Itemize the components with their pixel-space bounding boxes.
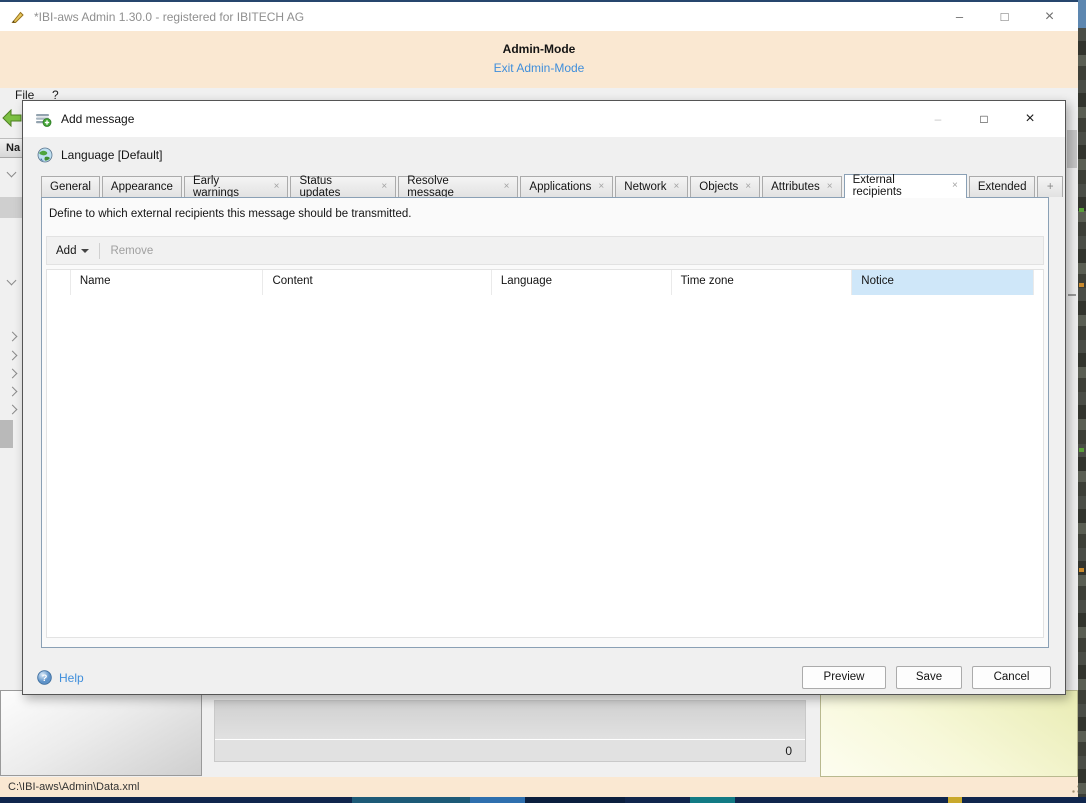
admin-mode-banner: Admin-Mode Exit Admin-Mode [0, 31, 1078, 88]
tab-objects[interactable]: Objects × [690, 176, 760, 197]
dialog-window-controls: – □ × [915, 102, 1053, 136]
help-link[interactable]: ? Help [37, 670, 84, 685]
column-header-timezone[interactable]: Time zone [672, 270, 853, 295]
add-message-icon [35, 111, 52, 127]
dialog-close-icon[interactable]: × [1007, 102, 1053, 136]
dialog-minimize-icon[interactable]: – [915, 102, 961, 136]
tab-close-icon[interactable]: × [274, 182, 280, 192]
chevron-down-icon [81, 249, 89, 253]
tree-column-header: Na [0, 138, 22, 158]
window-title: *IBI-aws Admin 1.30.0 - registered for I… [34, 10, 304, 24]
add-button[interactable]: Add [56, 245, 89, 257]
dialog-titlebar: Add message – □ × [23, 101, 1065, 137]
screen: *IBI-aws Admin 1.30.0 - registered for I… [0, 0, 1086, 803]
tab-extended[interactable]: Extended [969, 176, 1036, 197]
tab-early-warnings[interactable]: Early warnings × [184, 176, 289, 197]
desktop-sliver [1078, 28, 1086, 797]
recipients-toolbar: Add Remove [46, 236, 1044, 265]
tab-status-updates[interactable]: Status updates × [290, 176, 396, 197]
background-left-panel [0, 690, 202, 776]
column-header-notice[interactable]: Notice [852, 270, 1034, 295]
help-icon: ? [37, 670, 52, 685]
tab-attributes[interactable]: Attributes × [762, 176, 841, 197]
tab-description: Define to which external recipients this… [49, 208, 411, 220]
scrollbar-thumb[interactable] [1067, 130, 1077, 168]
admin-mode-heading: Admin-Mode [0, 31, 1078, 56]
help-label: Help [59, 671, 84, 685]
main-titlebar: *IBI-aws Admin 1.30.0 - registered for I… [0, 0, 1078, 31]
toolbar-divider [99, 243, 100, 259]
tab-close-icon[interactable]: × [745, 182, 751, 192]
record-count-field: 0 [215, 739, 805, 761]
tab-close-icon[interactable]: × [381, 182, 387, 192]
tab-applications[interactable]: Applications × [520, 176, 613, 197]
close-icon[interactable]: × [1027, 3, 1072, 30]
back-arrow-icon[interactable] [2, 109, 22, 132]
language-selector[interactable]: Language [Default] [37, 147, 162, 163]
add-message-dialog: Add message – □ × Language [Default] G [22, 100, 1066, 695]
desktop-sliver-top [1078, 0, 1086, 28]
add-tab-button[interactable]: + [1037, 176, 1063, 197]
background-middle-panel: 0 [214, 700, 806, 762]
preview-button[interactable]: Preview [802, 666, 886, 689]
cancel-button[interactable]: Cancel [972, 666, 1051, 689]
tab-close-icon[interactable]: × [673, 182, 679, 192]
taskbar-strip [0, 797, 1086, 803]
background-scrollbar[interactable] [1066, 104, 1078, 777]
tab-external-recipients[interactable]: External recipients × [844, 174, 967, 198]
tab-close-icon[interactable]: × [504, 182, 510, 192]
save-button[interactable]: Save [896, 666, 962, 689]
column-header-name[interactable]: Name [71, 270, 264, 295]
tab-general[interactable]: General [41, 176, 100, 197]
dialog-tabstrip: General Appearance Early warnings × Stat… [41, 173, 1065, 197]
svg-text:?: ? [42, 673, 48, 684]
dialog-title: Add message [61, 112, 134, 126]
tab-appearance[interactable]: Appearance [102, 176, 182, 197]
remove-button[interactable]: Remove [110, 245, 153, 257]
tree-scroll-fragment [0, 420, 13, 448]
scrollbar-tick [1068, 294, 1076, 296]
tab-page-content: Define to which external recipients this… [41, 197, 1049, 648]
tab-close-icon[interactable]: × [952, 181, 958, 191]
tab-resolve-message[interactable]: Resolve message × [398, 176, 518, 197]
status-bar: C:\IBI-aws\Admin\Data.xml [0, 777, 1078, 797]
table-body-empty [47, 295, 1043, 637]
main-window-controls: – □ × [937, 3, 1072, 30]
maximize-icon[interactable]: □ [982, 3, 1027, 30]
tab-close-icon[interactable]: × [598, 182, 604, 192]
tree-selected-row[interactable] [0, 197, 22, 218]
minimize-icon[interactable]: – [937, 3, 982, 30]
app-icon [10, 9, 26, 25]
dialog-maximize-icon[interactable]: □ [961, 102, 1007, 136]
language-label: Language [Default] [61, 148, 162, 162]
tab-network[interactable]: Network × [615, 176, 688, 197]
table-header-row: Name Content Language Time zone Notice [47, 270, 1043, 296]
recipients-table: Name Content Language Time zone Notice [46, 269, 1044, 638]
column-header-content[interactable]: Content [263, 270, 491, 295]
column-header-filler [1034, 270, 1043, 295]
column-header-language[interactable]: Language [492, 270, 672, 295]
tab-close-icon[interactable]: × [827, 182, 833, 192]
exit-admin-mode-link[interactable]: Exit Admin-Mode [0, 61, 1078, 75]
globe-icon [37, 147, 53, 163]
background-note-panel [820, 690, 1078, 777]
row-indicator-column [47, 270, 71, 295]
